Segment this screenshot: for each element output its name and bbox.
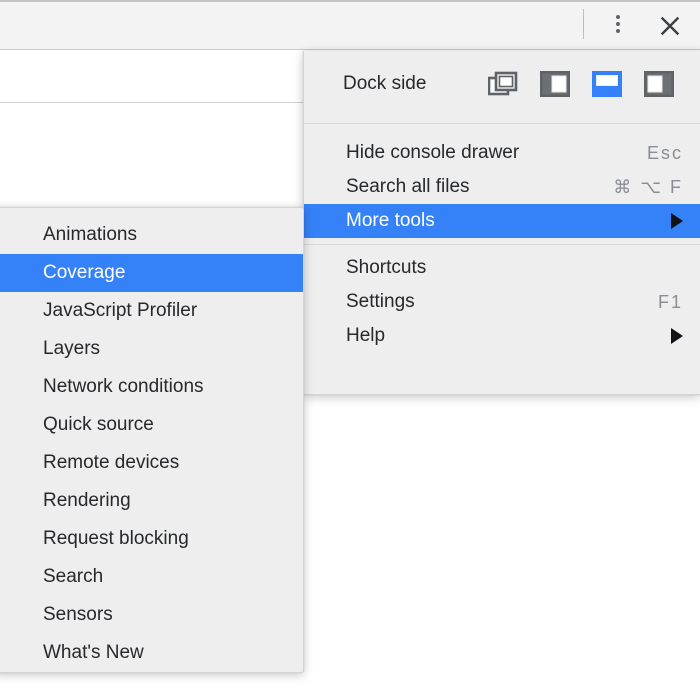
submenu-item-animations[interactable]: Animations: [0, 216, 303, 254]
dock-side-row: Dock side: [304, 51, 700, 117]
menu-item-shortcut: F1: [626, 292, 683, 313]
undock-window-icon[interactable]: [488, 71, 518, 97]
submenu-item-request-blocking[interactable]: Request blocking: [0, 520, 303, 558]
menu-item-more-tools[interactable]: More tools: [304, 204, 700, 238]
menu-item-label: Network conditions: [43, 376, 204, 398]
menu-item-label: Layers: [43, 338, 100, 360]
menu-item-hide-console-drawer[interactable]: Hide console drawer Esc: [304, 136, 700, 170]
menu-item-label: Animations: [43, 224, 137, 246]
menu-item-label: Rendering: [43, 490, 131, 512]
menu-item-shortcut: ⌘ ⌥ F: [581, 177, 683, 198]
submenu-item-network-conditions[interactable]: Network conditions: [0, 368, 303, 406]
menu-item-shortcuts[interactable]: Shortcuts: [304, 251, 700, 285]
submenu-item-layers[interactable]: Layers: [0, 330, 303, 368]
dock-left-icon[interactable]: [540, 71, 570, 97]
chevron-right-icon: [671, 328, 683, 344]
submenu-item-quick-source[interactable]: Quick source: [0, 406, 303, 444]
menu-item-label: What's New: [43, 642, 144, 664]
menu-item-label: Settings: [346, 291, 415, 313]
dock-side-buttons: [488, 71, 674, 97]
menu-item-settings[interactable]: Settings F1: [304, 285, 700, 319]
menu-separator: [304, 123, 700, 124]
menu-item-label: Remote devices: [43, 452, 179, 474]
menu-item-label: Help: [346, 325, 385, 347]
menu-item-label: Request blocking: [43, 528, 189, 550]
menu-item-label: Search all files: [346, 176, 470, 198]
submenu-item-javascript-profiler[interactable]: JavaScript Profiler: [0, 292, 303, 330]
submenu-item-search[interactable]: Search: [0, 558, 303, 596]
more-vertical-icon[interactable]: [604, 10, 632, 38]
submenu-item-sensors[interactable]: Sensors: [0, 596, 303, 634]
chevron-right-icon: [671, 213, 683, 229]
menu-separator: [304, 244, 700, 245]
close-icon[interactable]: [655, 11, 685, 41]
menu-item-label: JavaScript Profiler: [43, 300, 197, 322]
kebab-dot-3: [616, 29, 620, 33]
main-menu-items: Hide console drawer Esc Search all files ⌘ …: [304, 130, 700, 361]
menu-item-label: Hide console drawer: [346, 142, 519, 164]
menu-item-help[interactable]: Help: [304, 319, 700, 353]
menu-item-label: Quick source: [43, 414, 154, 436]
kebab-dot-1: [616, 15, 620, 19]
submenu-item-rendering[interactable]: Rendering: [0, 482, 303, 520]
toolbar-divider: [583, 9, 584, 39]
dock-bottom-icon[interactable]: [592, 71, 622, 97]
menu-item-label: Coverage: [43, 262, 125, 284]
more-tools-items: Animations Coverage JavaScript Profiler Lay…: [0, 216, 303, 672]
menu-item-label: Sensors: [43, 604, 113, 626]
submenu-item-what-s-new[interactable]: What's New: [0, 634, 303, 672]
menu-item-label: More tools: [346, 210, 435, 232]
dock-side-label: Dock side: [343, 73, 426, 95]
submenu-item-coverage[interactable]: Coverage: [0, 254, 303, 292]
more-tools-submenu: Animations Coverage JavaScript Profiler Lay…: [0, 207, 304, 673]
devtools-main-menu: Dock side: [303, 51, 700, 395]
devtools-toolbar: [0, 0, 700, 50]
menu-item-search-all-files[interactable]: Search all files ⌘ ⌥ F: [304, 170, 700, 204]
menu-item-shortcut: Esc: [615, 143, 683, 164]
kebab-dot-2: [616, 22, 620, 26]
dock-right-icon[interactable]: [644, 71, 674, 97]
menu-item-label: Search: [43, 566, 103, 588]
submenu-item-remote-devices[interactable]: Remote devices: [0, 444, 303, 482]
menu-item-label: Shortcuts: [346, 257, 426, 279]
window-top-edge: [0, 0, 700, 2]
